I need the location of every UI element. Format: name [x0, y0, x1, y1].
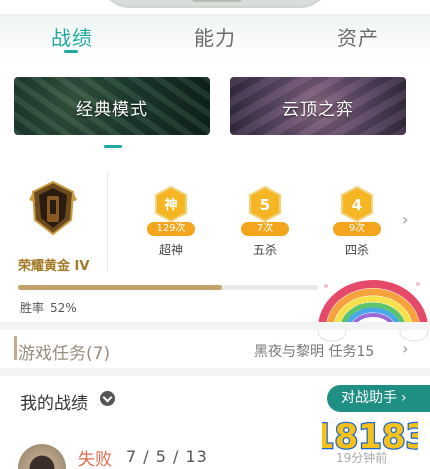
honor-penta-kill-count: 7次 — [241, 222, 289, 236]
rank-label: 荣耀黄金 IV — [18, 259, 90, 274]
mode-active-indicator — [104, 145, 122, 148]
mission-current[interactable]: 黑夜与黎明 任务15 — [254, 341, 374, 361]
rank-emblem-icon — [29, 180, 77, 236]
watermark-logo-text: 18183 — [322, 417, 418, 456]
battle-dropdown-icon[interactable] — [100, 391, 115, 406]
battle-assistant-button[interactable]: 对战助手 › — [327, 385, 430, 412]
tab-ability[interactable]: 能力 — [194, 22, 236, 51]
honor-quadra-kill-count: 9次 — [333, 222, 381, 236]
honor-penta-kill[interactable]: 5 7次 五杀 — [235, 180, 295, 260]
honor-quadra-kill-badge-icon: 4 — [341, 186, 373, 222]
top-arc-label-placeholder — [192, 0, 242, 2]
win-rate-value: 52% — [50, 301, 77, 315]
match-result[interactable]: 失败 — [78, 445, 112, 469]
honor-penta-kill-badge-icon: 5 — [249, 186, 281, 222]
mission-title[interactable]: 游戏任务(7) — [18, 339, 110, 364]
tab-assets[interactable]: 资产 — [337, 22, 379, 51]
tab-record[interactable]: 战绩 — [51, 22, 93, 51]
honor-quadra-kill-name: 四杀 — [344, 243, 369, 257]
honor-legendary-count: 129次 — [147, 222, 195, 236]
mission-accent-bar — [14, 336, 17, 360]
match-kda: 7 / 5 / 13 — [126, 447, 208, 466]
tab-active-indicator — [64, 50, 78, 53]
chevron-right-icon: › — [401, 390, 407, 406]
vertical-divider — [107, 172, 108, 272]
section-separator — [0, 322, 430, 330]
honor-penta-kill-name: 五杀 — [252, 243, 277, 257]
battle-record-title: 我的战绩 — [20, 394, 88, 414]
mode-card-tft[interactable]: 云顶之弈 — [230, 77, 406, 135]
mission-chevron-icon[interactable]: › — [402, 339, 408, 358]
mode-card-classic-label: 经典模式 — [76, 100, 148, 120]
honor-legendary-name: 超神 — [158, 243, 183, 257]
tab-bar: 战绩 能力 资产 — [0, 14, 430, 60]
mode-card-classic[interactable]: 经典模式 — [14, 77, 210, 135]
honor-quadra-kill-glyph: 4 — [352, 196, 362, 214]
honor-legendary[interactable]: 神 129次 超神 — [141, 180, 201, 260]
watermark-logo: 18183 — [322, 416, 418, 456]
win-rate-fill — [18, 285, 222, 290]
section-separator — [0, 368, 430, 376]
top-arc-decoration — [100, 0, 330, 8]
honors-more-chevron-icon[interactable]: › — [402, 210, 408, 229]
battle-assistant-label: 对战助手 — [341, 390, 397, 406]
honor-legendary-badge-icon: 神 — [155, 186, 187, 222]
win-rate-label: 胜率 — [20, 301, 45, 315]
honor-penta-kill-glyph: 5 — [260, 196, 270, 214]
avatar — [18, 444, 66, 469]
honor-quadra-kill[interactable]: 4 9次 四杀 — [327, 180, 387, 260]
honor-legendary-glyph: 神 — [164, 197, 177, 213]
mode-card-tft-label: 云顶之弈 — [282, 100, 354, 120]
rainbow-sticker-icon — [317, 280, 429, 342]
win-rate: 胜率 52% — [20, 299, 77, 316]
